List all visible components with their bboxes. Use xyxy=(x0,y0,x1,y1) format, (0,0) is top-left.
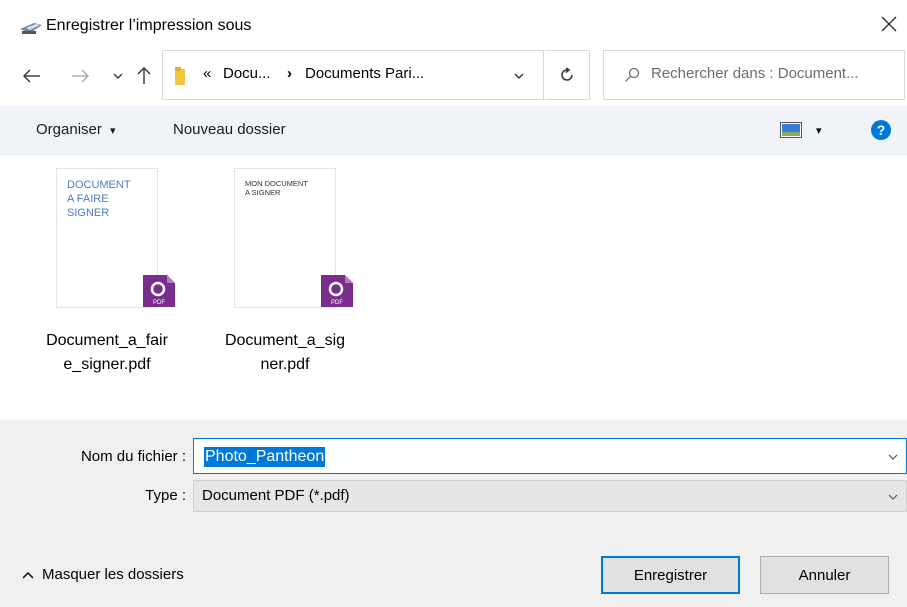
file-type-select[interactable]: Document PDF (*.pdf) xyxy=(193,480,907,512)
refresh-icon xyxy=(561,67,573,81)
search-icon xyxy=(625,67,640,82)
file-thumbnail: MON DOCUMENT A SIGNER PDF xyxy=(234,168,353,308)
file-name: Document_a_fair e_signer.pdf xyxy=(42,329,172,377)
breadcrumb-documents-pari[interactable]: Documents Pari... xyxy=(305,65,424,82)
arrow-left-icon xyxy=(23,69,40,83)
chevron-down-icon[interactable] xyxy=(887,491,899,503)
printer-icon xyxy=(20,23,42,34)
close-icon[interactable] xyxy=(877,12,901,36)
hide-folders-button[interactable]: Masquer les dossiers xyxy=(22,566,184,583)
breadcrumb-overflow[interactable]: « xyxy=(203,65,211,82)
thumbnail-line: DOCUMENT xyxy=(67,179,131,191)
file-name-line2: ner.pdf xyxy=(260,356,310,373)
file-item[interactable]: DOCUMENT A FAIRE SIGNER PDF Document_a_f… xyxy=(42,168,175,373)
breadcrumb-docu[interactable]: Docu... xyxy=(223,65,271,82)
address-bar[interactable]: « Docu... › Documents Pari... xyxy=(162,50,544,100)
thumbnail-line: A FAIRE xyxy=(67,192,109,205)
file-name-line1: Document_a_sig xyxy=(224,332,346,349)
file-name-line1: Document_a_fair xyxy=(46,332,168,349)
thumbnail-text: MON DOCUMENT A SIGNER xyxy=(245,179,308,198)
pdf-badge-label: PDF xyxy=(331,300,343,306)
thumbnail-text: DOCUMENT A FAIRE SIGNER xyxy=(67,179,131,220)
pdf-file-icon: PDF xyxy=(143,275,175,307)
cancel-button[interactable]: Annuler xyxy=(760,556,889,594)
file-name-line2: e_signer.pdf xyxy=(63,356,151,373)
save-options-panel: Nom du fichier : Photo_Pantheon Type : D… xyxy=(0,420,907,607)
filename-value[interactable]: Photo_Pantheon xyxy=(204,447,326,467)
arrow-up-icon xyxy=(137,67,151,84)
folder-icon xyxy=(175,67,185,85)
refresh-button[interactable] xyxy=(545,50,590,100)
pdf-badge-label: PDF xyxy=(153,300,165,306)
thumbnail-line: A SIGNER xyxy=(245,188,281,198)
search-placeholder[interactable]: Rechercher dans : Document... xyxy=(651,65,859,82)
organize-label: Organiser xyxy=(36,121,102,138)
chevron-down-icon xyxy=(113,73,123,79)
filename-label: Nom du fichier : xyxy=(80,448,186,465)
breadcrumb-separator[interactable]: › xyxy=(287,65,292,82)
organize-caret: ▾ xyxy=(110,125,116,137)
thumbnail-line: SIGNER xyxy=(67,206,110,219)
forward-button[interactable] xyxy=(68,64,92,88)
organize-menu[interactable]: Organiser ▾ xyxy=(36,121,116,138)
file-thumbnail: DOCUMENT A FAIRE SIGNER PDF xyxy=(56,168,175,308)
chevron-down-icon[interactable] xyxy=(513,70,525,82)
thumbnail-line: MON DOCUMENT xyxy=(245,179,308,188)
file-list: DOCUMENT A FAIRE SIGNER PDF Document_a_f… xyxy=(0,156,907,420)
view-caret: ▾ xyxy=(816,124,822,137)
help-icon[interactable]: ? xyxy=(871,120,891,140)
hide-folders-label: Masquer les dossiers xyxy=(42,566,184,583)
new-folder-button[interactable]: Nouveau dossier xyxy=(173,121,286,138)
pdf-file-icon: PDF xyxy=(321,275,353,307)
window-title: Enregistrer l’impression sous xyxy=(46,17,252,34)
type-label: Type : xyxy=(145,487,186,504)
filename-field[interactable]: Photo_Pantheon xyxy=(193,438,907,474)
back-button[interactable] xyxy=(20,64,44,88)
chevron-up-icon xyxy=(22,571,34,579)
arrow-right-icon xyxy=(72,69,89,83)
title-bar: Enregistrer l’impression sous xyxy=(0,0,907,50)
search-box[interactable]: Rechercher dans : Document... xyxy=(603,50,905,100)
file-item[interactable]: MON DOCUMENT A SIGNER PDF Document_a_sig… xyxy=(220,168,353,373)
file-type-value: Document PDF (*.pdf) xyxy=(202,487,350,504)
save-button[interactable]: Enregistrer xyxy=(601,556,740,594)
up-button[interactable] xyxy=(132,64,156,88)
file-name: Document_a_sig ner.pdf xyxy=(220,329,350,377)
view-options-icon xyxy=(780,122,802,138)
recent-locations-button[interactable] xyxy=(106,64,130,88)
view-options-button[interactable]: ▾ xyxy=(780,122,822,138)
chevron-down-icon[interactable] xyxy=(887,451,899,463)
command-bar: Organiser ▾ Nouveau dossier ▾ ? xyxy=(0,106,907,156)
